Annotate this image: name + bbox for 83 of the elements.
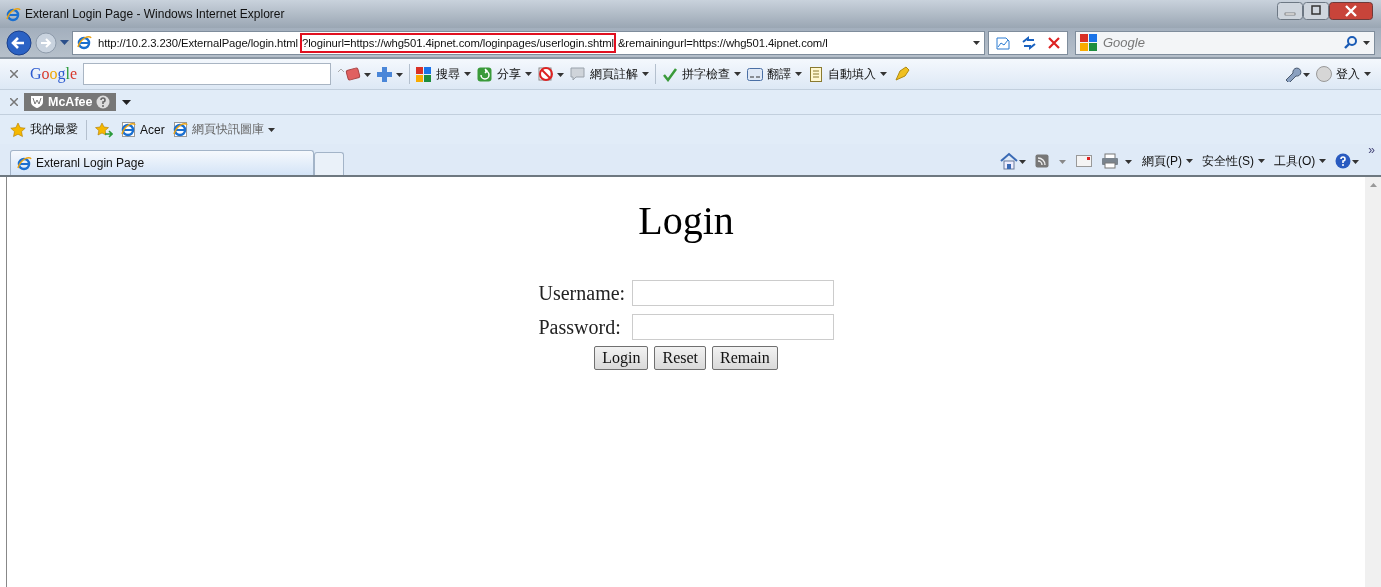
form-button[interactable]: Remain	[712, 346, 778, 370]
browser-logo-icon	[17, 155, 32, 171]
note-icon	[570, 66, 587, 82]
google-logo: Google	[30, 65, 78, 83]
menu-button[interactable]: 安全性(S)	[1202, 152, 1265, 170]
caret-icon[interactable]	[880, 72, 888, 76]
caret-icon[interactable]	[1364, 72, 1371, 76]
browser-tab[interactable]: Exteranl Login Page	[10, 150, 314, 175]
add-favorite-icon[interactable]	[95, 121, 113, 138]
favorite-link[interactable]: Acer	[121, 122, 165, 137]
autofill-icon	[808, 66, 825, 82]
feed-icon[interactable]	[1035, 153, 1067, 169]
address-field[interactable]: http://10.2.3.230/ExternalPage/login.html ?loginurl=https://whg501.4ipnet.com/loginpages/userlogin.shtml &remainingurl=https://whg501.4ipnet.com/l	[72, 30, 985, 55]
help-icon[interactable]	[1335, 153, 1360, 169]
page-icon	[172, 122, 188, 137]
window-title: Exteranl Login Page - Windows Internet Explorer	[25, 7, 286, 21]
page-icon	[121, 122, 136, 137]
search-field[interactable]: Google	[1075, 30, 1375, 55]
favorites-button[interactable]: 我的最愛	[10, 121, 78, 138]
browser-logo-icon	[6, 6, 21, 22]
sign-in-button[interactable]: 登入	[1316, 65, 1371, 83]
form-button[interactable]: Login	[594, 346, 649, 370]
mail-icon[interactable]	[1076, 155, 1092, 167]
home-icon[interactable]	[1000, 152, 1026, 170]
scrollbar[interactable]	[1365, 177, 1381, 587]
google-icon	[1080, 34, 1097, 51]
toolbar-button[interactable]: 自動填入	[808, 65, 888, 83]
star-icon	[10, 121, 26, 138]
shield-icon	[30, 95, 44, 109]
caret-icon[interactable]	[1258, 159, 1265, 163]
caret-icon[interactable]	[1186, 159, 1193, 163]
refresh-icon[interactable]	[1021, 34, 1037, 51]
menu-button[interactable]: 網頁(P)	[1142, 152, 1193, 170]
close-icon[interactable]	[1329, 2, 1373, 20]
toolbar-button[interactable]: 分享	[477, 65, 533, 83]
wrench-icon[interactable]	[1284, 66, 1310, 82]
plus-icon[interactable]	[377, 66, 404, 82]
extras-icon[interactable]	[337, 66, 372, 82]
toolbar-button[interactable]: 搜尋	[416, 65, 472, 83]
search-field[interactable]: Google	[1103, 35, 1338, 50]
translate-icon	[747, 66, 764, 82]
field-label: Username:	[538, 281, 627, 305]
compatibility-icon[interactable]	[995, 34, 1011, 51]
menu-button[interactable]: 工具(O)	[1274, 152, 1327, 170]
highlighter-icon[interactable]	[893, 65, 912, 83]
share-icon	[477, 66, 494, 82]
toolbar-button[interactable]: 網頁註解	[570, 65, 650, 83]
maximize-icon[interactable]	[1303, 2, 1329, 20]
caret-icon[interactable]	[1319, 159, 1327, 163]
field-label: Password:	[538, 315, 622, 339]
blocked-icon[interactable]	[538, 66, 565, 82]
form-button[interactable]: Reset	[654, 346, 706, 370]
caret-icon[interactable]	[464, 72, 472, 76]
more-button[interactable]: »	[1368, 143, 1375, 157]
spell-icon	[662, 66, 679, 82]
input-field[interactable]	[631, 280, 834, 306]
caret-icon[interactable]	[734, 72, 742, 76]
caret-icon[interactable]	[1363, 40, 1370, 45]
caret-icon[interactable]	[795, 72, 803, 76]
page-heading: Login	[638, 197, 734, 244]
input-field[interactable]	[631, 314, 834, 340]
url-text: ?loginurl=https://whg501.4ipnet.com/loginpages/userlogin.shtml	[300, 32, 616, 53]
toolbar-button[interactable]: 翻譯	[747, 65, 803, 83]
search-icon[interactable]	[1344, 36, 1357, 49]
mcafee-button[interactable]: McAfee	[24, 93, 117, 111]
close-icon[interactable]	[10, 70, 18, 78]
page-icon	[77, 35, 92, 50]
caret-icon[interactable]	[122, 99, 132, 105]
stop-icon[interactable]	[1047, 35, 1061, 50]
print-icon[interactable]	[1101, 153, 1133, 169]
caret-icon[interactable]	[973, 40, 980, 45]
back-icon[interactable]	[6, 29, 32, 56]
caret-icon[interactable]	[525, 72, 533, 76]
close-icon[interactable]	[10, 98, 18, 106]
help-icon	[96, 95, 111, 109]
toolbar-button[interactable]: 拼字檢查	[662, 65, 742, 83]
search-icon	[416, 66, 433, 82]
avatar-icon	[1316, 66, 1332, 82]
minimize-icon[interactable]	[1277, 2, 1303, 20]
caret-icon[interactable]	[642, 72, 650, 76]
url-text: &remainingurl=https://whg501.4ipnet.com/l	[616, 35, 829, 51]
url-text: http://10.2.3.230/ExternalPage/login.html	[97, 35, 299, 51]
search-field[interactable]	[83, 63, 332, 85]
